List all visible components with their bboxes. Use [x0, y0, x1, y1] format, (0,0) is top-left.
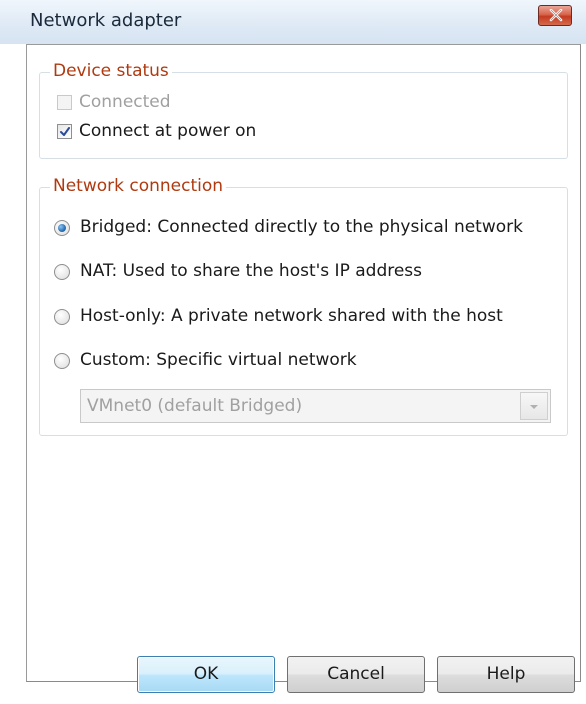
ok-button[interactable]: OK	[137, 656, 275, 693]
cancel-button[interactable]: Cancel	[287, 656, 425, 693]
radio-selected-dot	[58, 224, 66, 232]
connected-label: Connected	[79, 92, 171, 112]
custom-network-value: VMnet0 (default Bridged)	[87, 396, 303, 416]
connected-checkbox[interactable]	[57, 95, 72, 110]
bridged-label: Bridged: Connected directly to the physi…	[80, 217, 523, 237]
nat-label: NAT: Used to share the host's IP address	[80, 261, 423, 281]
device-status-legend: Device status	[50, 61, 172, 81]
host-only-label: Host-only: A private network shared with…	[80, 306, 503, 326]
bridged-radio[interactable]	[54, 220, 70, 236]
connect-at-power-on-label: Connect at power on	[79, 121, 257, 141]
network-adapter-dialog: Network adapter Device status Connected …	[0, 0, 586, 704]
host-only-radio[interactable]	[54, 309, 70, 325]
custom-label: Custom: Specific virtual network	[80, 350, 357, 370]
custom-network-select[interactable]: VMnet0 (default Bridged)	[80, 389, 551, 423]
title-bar[interactable]: Network adapter	[0, 0, 586, 44]
close-icon	[549, 9, 563, 22]
window-title: Network adapter	[30, 10, 182, 31]
dropdown-button[interactable]	[520, 392, 548, 420]
custom-radio[interactable]	[54, 353, 70, 369]
close-button[interactable]	[538, 5, 572, 26]
connect-at-power-on-checkbox[interactable]	[57, 124, 72, 139]
help-button[interactable]: Help	[437, 656, 575, 693]
checkmark-icon	[60, 127, 70, 136]
network-connection-legend: Network connection	[50, 176, 227, 196]
nat-radio[interactable]	[54, 264, 70, 280]
chevron-down-icon	[530, 405, 538, 409]
device-status-group	[39, 72, 568, 159]
